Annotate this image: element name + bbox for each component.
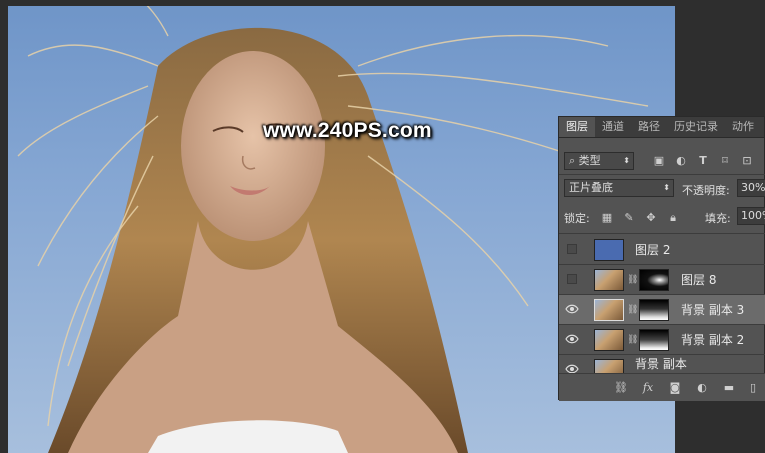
fill-input[interactable]: 100% bbox=[737, 207, 765, 225]
lock-pixels-icon[interactable]: ✎ bbox=[623, 212, 635, 224]
tab-actions[interactable]: 动作 bbox=[725, 117, 761, 137]
tab-channels[interactable]: 通道 bbox=[595, 117, 631, 137]
lock-label: 锁定: bbox=[564, 212, 590, 225]
folder-icon[interactable]: ▬ bbox=[722, 381, 736, 395]
link-icon[interactable]: ⛓ bbox=[614, 381, 628, 395]
type-filter-icon[interactable]: T bbox=[697, 155, 709, 167]
divider bbox=[559, 174, 765, 175]
layer-name: 背景 副本 bbox=[635, 357, 687, 371]
layer-mask-thumbnail[interactable] bbox=[639, 299, 669, 321]
blend-mode-select[interactable]: 正片叠底 ⬍ bbox=[564, 179, 674, 197]
layer-thumbnail bbox=[594, 359, 624, 373]
panel-tabs: 图层 通道 路径 历史记录 动作 bbox=[559, 117, 764, 138]
adjustment-filter-icon[interactable]: ◐ bbox=[675, 155, 687, 167]
lock-transparency-icon[interactable]: ▦ bbox=[601, 212, 613, 224]
layer-mask-thumbnail[interactable] bbox=[639, 269, 669, 291]
layer-row[interactable]: ⛓ 背景 副本 2 bbox=[559, 325, 765, 355]
search-icon: ⌕ bbox=[569, 154, 576, 167]
tab-layers[interactable]: 图层 bbox=[559, 117, 595, 137]
layers-panel: 图层 通道 路径 历史记录 动作 ⌕ 类型 ⬍ ▣ ◐ T ⌑ ⊡ 正片叠底 ⬍… bbox=[558, 116, 765, 401]
layer-thumbnail bbox=[594, 239, 624, 261]
eye-icon[interactable] bbox=[565, 363, 579, 373]
layer-name: 背景 副本 3 bbox=[681, 303, 745, 317]
panel-footer: ⛓ fx ◙ ◐ ▬ ▯ bbox=[559, 373, 765, 401]
eye-icon[interactable] bbox=[565, 333, 579, 345]
blend-row: 正片叠底 ⬍ 不透明度: 30% bbox=[559, 179, 765, 201]
shape-filter-icon[interactable]: ⌑ bbox=[719, 155, 731, 167]
layer-filter-label: 类型 bbox=[578, 154, 601, 167]
fx-icon[interactable]: fx bbox=[641, 381, 655, 395]
lock-position-icon[interactable]: ✥ bbox=[645, 212, 657, 224]
opacity-label: 不透明度: bbox=[682, 184, 730, 197]
smart-object-filter-icon[interactable]: ⊡ bbox=[741, 155, 753, 167]
new-layer-icon[interactable]: ▯ bbox=[746, 381, 760, 395]
layer-mask-thumbnail[interactable] bbox=[639, 329, 669, 351]
layer-name: 背景 副本 2 bbox=[681, 333, 745, 347]
filter-row: ⌕ 类型 ⬍ ▣ ◐ T ⌑ ⊡ bbox=[559, 152, 765, 174]
mask-icon[interactable]: ◙ bbox=[668, 381, 682, 395]
fill-label: 填充: bbox=[705, 212, 731, 225]
blend-mode-label: 正片叠底 bbox=[569, 181, 613, 194]
layer-row[interactable]: 图层 2 bbox=[559, 235, 765, 265]
layer-name: 图层 2 bbox=[635, 243, 671, 257]
layer-row-selected[interactable]: ⛓ 背景 副本 3 bbox=[559, 295, 765, 325]
watermark-text: www.240PS.com bbox=[263, 119, 432, 142]
divider bbox=[559, 233, 765, 234]
eye-icon[interactable] bbox=[565, 303, 579, 315]
layer-row[interactable]: 背景 副本 bbox=[559, 355, 765, 373]
adjustment-icon[interactable]: ◐ bbox=[695, 381, 709, 395]
layer-thumbnail bbox=[594, 269, 624, 291]
chain-link-icon[interactable]: ⛓ bbox=[627, 304, 638, 316]
lock-all-icon[interactable]: 🔒︎ bbox=[667, 212, 679, 224]
opacity-input[interactable]: 30% bbox=[737, 179, 765, 197]
layer-thumbnail bbox=[594, 299, 624, 321]
lock-row: 锁定: ▦ ✎ ✥ 🔒︎ 填充: 100% bbox=[559, 207, 765, 229]
layer-filter-select[interactable]: ⌕ 类型 ⬍ bbox=[564, 152, 634, 170]
chain-link-icon[interactable]: ⛓ bbox=[627, 274, 638, 286]
tab-history[interactable]: 历史记录 bbox=[667, 117, 725, 137]
spinner-icon: ⬍ bbox=[623, 156, 630, 165]
layer-row[interactable]: ⛓ 图层 8 bbox=[559, 265, 765, 295]
visibility-toggle[interactable] bbox=[567, 274, 577, 284]
image-filter-icon[interactable]: ▣ bbox=[653, 155, 665, 167]
layer-name: 图层 8 bbox=[681, 273, 717, 287]
tab-paths[interactable]: 路径 bbox=[631, 117, 667, 137]
chain-link-icon[interactable]: ⛓ bbox=[627, 334, 638, 346]
layer-thumbnail bbox=[594, 329, 624, 351]
chevron-down-icon: ⬍ bbox=[663, 183, 670, 192]
visibility-toggle[interactable] bbox=[567, 244, 577, 254]
